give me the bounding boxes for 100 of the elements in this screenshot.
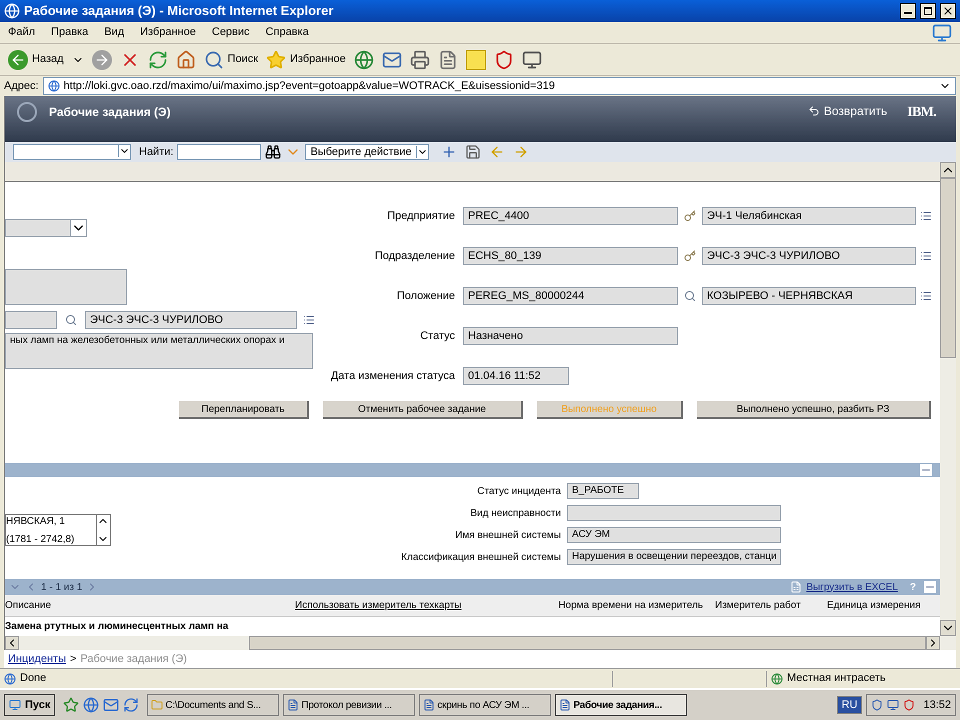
print-icon[interactable] — [410, 50, 430, 70]
taskbar-button[interactable]: Протокол ревизии ... — [283, 694, 416, 716]
refresh-icon[interactable] — [148, 50, 168, 70]
page-icon — [48, 80, 60, 92]
field-label: Предприятие — [386, 208, 456, 224]
text-field[interactable] — [5, 269, 127, 305]
key-icon[interactable] — [684, 210, 696, 222]
field-label: Подразделение — [374, 248, 456, 264]
favorites-button[interactable]: Избранное — [266, 50, 346, 70]
menu-item[interactable]: Файл — [8, 24, 36, 41]
save-icon[interactable] — [464, 144, 481, 160]
action-select[interactable]: Выберите действие — [305, 144, 429, 160]
minimize-button[interactable] — [900, 3, 916, 19]
scroll-left-icon[interactable] — [5, 636, 19, 650]
menu-item[interactable]: Справка — [266, 24, 309, 41]
table-cell-text: Замена ртутных и люминесцентных ламп на — [5, 620, 228, 634]
horizontal-scrollbar[interactable] — [5, 636, 956, 650]
return-link[interactable]: Возвратить — [808, 102, 888, 120]
column-header[interactable]: Использовать измеритель техкарты — [295, 598, 535, 613]
text-field[interactable]: КОЗЫРЕВО - ЧЕРНЯВСКАЯ — [702, 287, 916, 305]
quick-launch-icon[interactable] — [63, 697, 80, 713]
text-field[interactable]: АСУ ЭМ — [567, 527, 781, 543]
scroll-right-icon[interactable] — [926, 636, 940, 650]
taskbar-button[interactable]: C:\Documents and S... — [147, 694, 280, 716]
caret-icon — [118, 145, 130, 157]
tray-icon[interactable] — [887, 699, 900, 711]
close-icon — [942, 5, 954, 17]
start-button[interactable]: Пуск — [4, 694, 56, 716]
list-box[interactable]: НЯВСКАЯ, 1 (1781 - 2742,8) — [5, 514, 111, 546]
back-button[interactable]: Назад — [8, 50, 64, 70]
text-field[interactable] — [567, 505, 781, 521]
text-field[interactable]: ECHS_80_139 — [463, 247, 678, 265]
company-logo: IBM. — [907, 104, 936, 122]
quick-launch-icon[interactable] — [123, 697, 140, 713]
status-text: Done — [20, 671, 48, 686]
app-logo-icon — [17, 102, 37, 122]
collapse-icon[interactable] — [920, 464, 932, 476]
scroll-down-icon[interactable] — [940, 620, 956, 636]
tray-icon[interactable] — [871, 699, 884, 711]
action-button[interactable]: Отменить рабочее задание — [323, 401, 523, 419]
text-field[interactable] — [5, 311, 57, 329]
binoculars-icon[interactable] — [265, 144, 282, 160]
query-select[interactable] — [13, 144, 131, 160]
search-icon[interactable] — [684, 290, 696, 302]
caret-icon — [70, 220, 86, 236]
text-field[interactable]: ЭЧС-3 ЭЧС-3 ЧУРИЛОВО — [85, 311, 297, 329]
search-icon[interactable] — [65, 314, 77, 326]
menu-item[interactable]: Сервис — [212, 24, 250, 41]
new-record-icon[interactable] — [440, 144, 457, 160]
mail-icon[interactable] — [382, 50, 402, 70]
find-label: Найти: — [139, 144, 174, 160]
column-header: Норма времени на измеритель — [557, 599, 704, 613]
text-field[interactable]: Назначено — [463, 327, 678, 345]
text-field[interactable]: ЭЧС-3 ЭЧС-3 ЧУРИЛОВО — [702, 247, 916, 265]
column-header: Единица измерения — [827, 599, 922, 613]
description-field[interactable]: ных ламп на железобетонных или металлических опорах и — [5, 333, 313, 369]
breadcrumb-link[interactable]: Инциденты — [8, 650, 66, 668]
monitor-icon[interactable] — [522, 50, 542, 70]
language-indicator[interactable]: RU — [836, 696, 862, 714]
star-icon — [266, 50, 286, 70]
action-button[interactable]: Перепланировать — [179, 401, 309, 419]
menu-item[interactable]: Вид — [104, 24, 124, 41]
text-field[interactable]: PEREG_MS_80000244 — [463, 287, 678, 305]
maximize-button[interactable] — [920, 3, 936, 19]
shield-icon[interactable] — [494, 50, 514, 70]
key-icon[interactable] — [684, 250, 696, 262]
address-label: Адрес: — [4, 78, 39, 94]
document-icon — [287, 699, 300, 711]
action-button[interactable]: Выполнено успешно, разбить РЗ — [697, 401, 931, 419]
field-label: Статус инцидента — [476, 484, 561, 498]
scroll-up-icon[interactable] — [940, 162, 956, 178]
close-button[interactable] — [940, 3, 956, 19]
menu-item[interactable]: Избранное — [140, 24, 196, 41]
tray-icon[interactable] — [903, 699, 916, 711]
search-button[interactable]: Поиск — [204, 50, 258, 70]
collapse-icon[interactable] — [924, 581, 936, 593]
text-field[interactable]: PREC_4400 — [463, 207, 678, 225]
list-line: НЯВСКАЯ, 1 — [6, 515, 66, 529]
text-field[interactable]: ЭЧ-1 Челябинская — [702, 207, 916, 225]
document-icon — [559, 699, 572, 711]
field-label: Вид неисправности — [469, 506, 561, 520]
menu-item[interactable]: Правка — [51, 24, 88, 41]
zone-icon — [771, 672, 783, 684]
address-field[interactable]: http://loki.gvc.oao.rzd/maximo/ui/maximo.jsp?event=gotoapp&value=WOTRACK_E&uisessionid=319 — [42, 77, 956, 95]
home-icon[interactable] — [176, 50, 196, 70]
export-link[interactable]: Выгрузить в EXCEL — [806, 580, 898, 594]
text-field[interactable]: Нарушения в освещении переездов, станци — [567, 549, 781, 565]
field-label: Положение — [396, 288, 456, 304]
find-field[interactable] — [177, 144, 262, 160]
taskbar-button[interactable]: Рабочие задания... — [555, 694, 688, 716]
text-field[interactable]: 01.04.16 11:52 — [463, 367, 569, 385]
taskbar-button[interactable]: скринь по АСУ ЭМ ... — [419, 694, 552, 716]
dropdown-field[interactable] — [5, 219, 87, 237]
quick-launch-icon[interactable] — [103, 697, 120, 713]
column-header: Измеритель работ — [715, 599, 802, 613]
vertical-scrollbar[interactable] — [940, 162, 956, 636]
field-label: Классификация внешней системы — [400, 550, 561, 564]
quick-launch-icon[interactable] — [83, 697, 100, 713]
text-field[interactable]: В_РАБОТЕ — [567, 483, 639, 499]
zone-panel: Местная интрасеть — [766, 670, 956, 686]
